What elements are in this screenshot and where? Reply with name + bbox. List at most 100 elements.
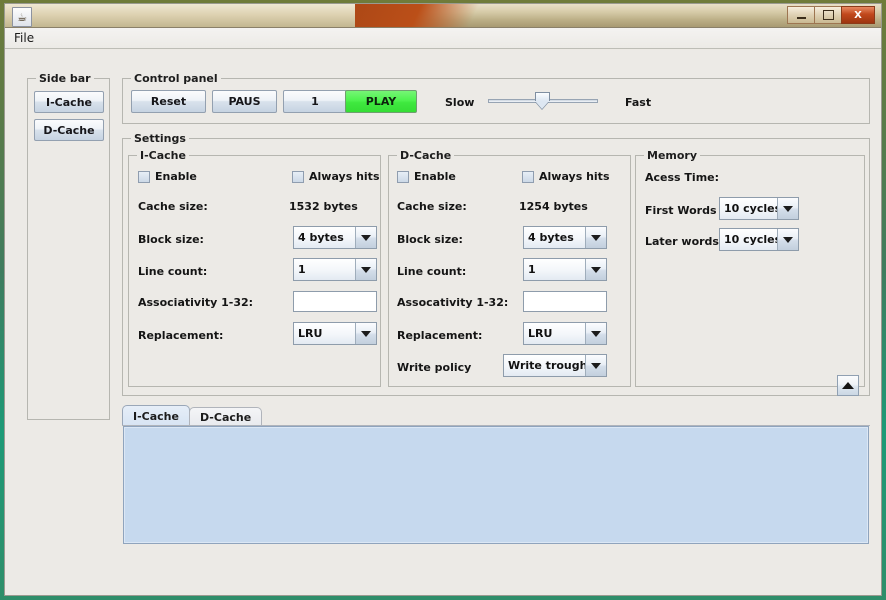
side-bar-title: Side bar <box>36 72 94 85</box>
dcache-replacement-label: Replacement: <box>397 329 483 342</box>
dcache-write-policy-select[interactable]: Write trought <box>503 354 607 377</box>
dcache-block-size-value: 4 bytes <box>524 227 586 248</box>
dcache-always-hits-label: Always hits <box>539 170 610 183</box>
memory-first-words-select[interactable]: 10 cycles <box>719 197 799 220</box>
chevron-down-icon[interactable] <box>778 198 798 219</box>
dcache-always-hits-checkbox[interactable]: Always hits <box>522 170 610 183</box>
icache-cache-size-label: Cache size: <box>138 200 208 213</box>
memory-group: Memory Acess Time: First Words 10 cycles… <box>635 149 865 387</box>
icache-block-size-label: Block size: <box>138 233 204 246</box>
dcache-enable-checkbox[interactable]: Enable <box>397 170 456 183</box>
dcache-write-policy-value: Write trought <box>504 355 586 376</box>
icache-associativity-input[interactable] <box>293 291 377 312</box>
speed-slider-thumb[interactable] <box>535 92 550 109</box>
memory-title: Memory <box>644 149 701 162</box>
tab-icache[interactable]: I-Cache <box>122 405 190 426</box>
memory-later-words-label: Later words <box>645 235 719 248</box>
main-content: Side bar I-Cache D-Cache Control panel R… <box>5 50 881 595</box>
dcache-settings-group: D-Cache Enable Always hits Cache size: 1… <box>388 149 631 387</box>
icache-line-count-label: Line count: <box>138 265 208 278</box>
icache-line-count-value: 1 <box>294 259 356 280</box>
dcache-associativity-label: Assocativity 1-32: <box>397 296 509 309</box>
side-bar-panel: Side bar I-Cache D-Cache <box>27 72 110 420</box>
window-inner: ☕ X File Side bar I-Cache D-Cache Contro… <box>4 3 882 596</box>
maximize-button[interactable] <box>814 6 841 24</box>
tab-strip: I-Cache D-Cache <box>122 405 263 426</box>
speed-slider[interactable] <box>488 91 598 113</box>
sidebar-button-icache[interactable]: I-Cache <box>34 91 104 113</box>
chevron-down-icon[interactable] <box>778 229 798 250</box>
reset-button[interactable]: Reset <box>131 90 206 113</box>
dcache-replacement-select[interactable]: LRU <box>523 322 607 345</box>
collapse-settings-button[interactable] <box>837 375 859 396</box>
tab-content-area[interactable] <box>123 426 869 544</box>
maximize-icon <box>822 10 834 20</box>
pause-button[interactable]: PAUS <box>212 90 277 113</box>
checkbox-icon <box>397 170 409 183</box>
icache-settings-group: I-Cache Enable Always hits Cache size: 1… <box>128 149 381 387</box>
dcache-block-size-select[interactable]: 4 bytes <box>523 226 607 249</box>
menu-item-file[interactable]: File <box>5 29 43 47</box>
title-bar: ☕ X <box>5 4 881 28</box>
chevron-down-icon[interactable] <box>356 259 376 280</box>
icache-associativity-label: Associativity 1-32: <box>138 296 254 309</box>
chevron-down-icon[interactable] <box>356 227 376 248</box>
checkbox-icon <box>292 170 304 183</box>
settings-panel: Settings I-Cache Enable Always hits Cach… <box>122 132 870 396</box>
icache-cache-size-value: 1532 bytes <box>289 200 358 213</box>
title-bar-sheen <box>5 4 355 27</box>
memory-access-time-label: Acess Time: <box>645 171 720 184</box>
tab-dcache[interactable]: D-Cache <box>188 407 263 426</box>
dcache-associativity-input[interactable] <box>523 291 607 312</box>
memory-later-words-value: 10 cycles <box>720 229 778 250</box>
icache-enable-label: Enable <box>155 170 197 183</box>
dcache-enable-label: Enable <box>414 170 456 183</box>
icache-always-hits-checkbox[interactable]: Always hits <box>292 170 380 183</box>
memory-later-words-select[interactable]: 10 cycles <box>719 228 799 251</box>
triangle-up-icon <box>842 382 854 389</box>
chevron-down-icon[interactable] <box>586 227 606 248</box>
dcache-line-count-select[interactable]: 1 <box>523 258 607 281</box>
java-cup-icon: ☕ <box>12 7 32 27</box>
dcache-block-size-label: Block size: <box>397 233 463 246</box>
chevron-down-icon[interactable] <box>586 259 606 280</box>
checkbox-icon <box>138 170 150 183</box>
bottom-tabbed-pane: I-Cache D-Cache <box>122 405 870 595</box>
control-panel-title: Control panel <box>131 72 221 85</box>
close-button[interactable]: X <box>841 6 875 24</box>
icache-block-size-value: 4 bytes <box>294 227 356 248</box>
window-controls: X <box>787 6 875 24</box>
icache-replacement-select[interactable]: LRU <box>293 322 377 345</box>
memory-first-words-label: First Words <box>645 204 717 217</box>
control-panel: Control panel Reset PAUS 1 PLAY Slow Fas… <box>122 72 870 124</box>
dcache-replacement-value: LRU <box>524 323 586 344</box>
slider-slow-label: Slow <box>445 96 475 109</box>
play-button[interactable]: PLAY <box>345 90 417 113</box>
minimize-icon <box>796 16 806 19</box>
icache-block-size-select[interactable]: 4 bytes <box>293 226 377 249</box>
icache-replacement-value: LRU <box>294 323 356 344</box>
chevron-down-icon[interactable] <box>586 323 606 344</box>
memory-first-words-value: 10 cycles <box>720 198 778 219</box>
chevron-down-icon[interactable] <box>586 355 606 376</box>
minimize-button[interactable] <box>787 6 814 24</box>
dcache-settings-title: D-Cache <box>397 149 455 162</box>
menu-bar: File <box>5 28 881 49</box>
dcache-cache-size-label: Cache size: <box>397 200 467 213</box>
application-window: ☕ X File Side bar I-Cache D-Cache Contro… <box>0 0 886 600</box>
icache-settings-title: I-Cache <box>137 149 189 162</box>
icache-enable-checkbox[interactable]: Enable <box>138 170 197 183</box>
dcache-line-count-value: 1 <box>524 259 586 280</box>
icache-line-count-select[interactable]: 1 <box>293 258 377 281</box>
sidebar-button-dcache[interactable]: D-Cache <box>34 119 104 141</box>
settings-title: Settings <box>131 132 189 145</box>
chevron-down-icon[interactable] <box>356 323 376 344</box>
step-count-button[interactable]: 1 <box>283 90 347 113</box>
dcache-cache-size-value: 1254 bytes <box>519 200 588 213</box>
dcache-write-policy-label: Write policy <box>397 361 472 374</box>
dcache-line-count-label: Line count: <box>397 265 467 278</box>
slider-fast-label: Fast <box>625 96 652 109</box>
checkbox-icon <box>522 170 534 183</box>
icache-replacement-label: Replacement: <box>138 329 224 342</box>
icache-always-hits-label: Always hits <box>309 170 380 183</box>
